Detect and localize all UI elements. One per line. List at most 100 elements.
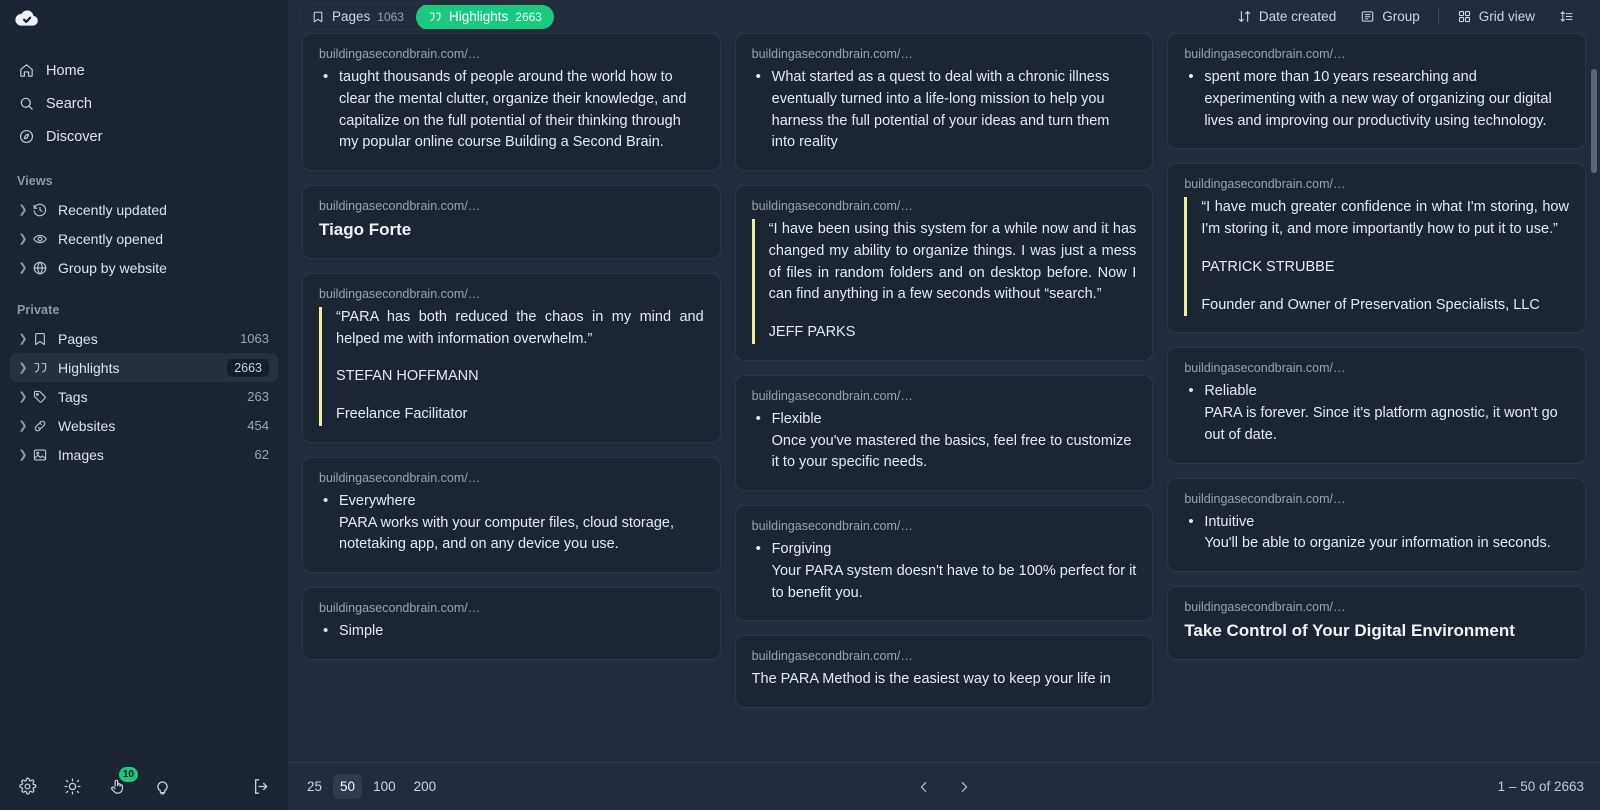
toolbar-actions: Date created Group Grid view: [1225, 4, 1586, 30]
chevron-right-icon[interactable]: ❯: [14, 448, 32, 461]
card-source-url: buildingasecondbrain.com/…: [751, 519, 913, 533]
sidebar-item-pages[interactable]: ❯ Pages 1063: [10, 324, 278, 353]
sidebar-item-label: Recently updated: [58, 201, 167, 218]
tab-highlights[interactable]: Highlights 2663: [415, 4, 554, 29]
sidebar-item-count: 454: [247, 418, 269, 433]
chevron-right-icon[interactable]: ❯: [14, 332, 32, 345]
sidebar-item-tags[interactable]: ❯ Tags 263: [10, 382, 278, 411]
chevron-right-icon[interactable]: ❯: [14, 203, 32, 216]
highlight-card[interactable]: buildingasecondbrain.com/… “I have been …: [734, 185, 1154, 361]
bookmark-icon: [311, 10, 325, 24]
sidebar-item-websites[interactable]: ❯ Websites 454: [10, 411, 278, 440]
highlight-card[interactable]: buildingasecondbrain.com/… Forgiving You…: [734, 505, 1154, 622]
view-mode-button[interactable]: Grid view: [1445, 4, 1547, 30]
lightbulb-icon: [153, 777, 172, 796]
chevron-right-icon[interactable]: ❯: [14, 390, 32, 403]
notifications-button[interactable]: 10: [104, 767, 138, 799]
main-panel: Pages 1063 Highlights 2663 Date created …: [288, 0, 1600, 810]
chevron-right-icon[interactable]: ❯: [14, 361, 32, 374]
quotes-icon: [32, 360, 49, 376]
card-content: Reliable PARA is forever. Since it's pla…: [1184, 380, 1569, 446]
sidebar-item-label: Search: [46, 95, 92, 112]
sidebar-item-label: Highlights: [58, 359, 120, 376]
sidebar-footer: 10: [0, 762, 288, 810]
chevron-right-icon[interactable]: ❯: [14, 419, 32, 432]
page-size-200[interactable]: 200: [407, 774, 444, 799]
group-label: Group: [1382, 9, 1420, 24]
sidebar-item-discover[interactable]: Discover: [10, 120, 278, 153]
highlight-card[interactable]: buildingasecondbrain.com/… What started …: [734, 33, 1154, 171]
card-quote: “I have been using this system for a whi…: [751, 219, 1136, 344]
highlight-card[interactable]: buildingasecondbrain.com/… Intuitive You…: [1167, 477, 1586, 572]
card-source-url: buildingasecondbrain.com/…: [319, 199, 481, 213]
highlight-card[interactable]: buildingasecondbrain.com/… taught thousa…: [302, 33, 721, 171]
highlight-card[interactable]: buildingasecondbrain.com/… Flexible Once…: [734, 374, 1154, 491]
group-button[interactable]: Group: [1348, 4, 1432, 30]
bullet-text: Flexible Once you've mastered the basics…: [756, 408, 1137, 474]
chevron-right-icon: [957, 780, 971, 794]
tab-pages[interactable]: Pages 1063: [299, 5, 416, 29]
sidebar-item-group-by-website[interactable]: ❯ Group by website: [10, 253, 278, 282]
highlight-card[interactable]: buildingasecondbrain.com/… “I have much …: [1167, 163, 1586, 334]
card-source-url: buildingasecondbrain.com/…: [319, 601, 481, 616]
sidebar-item-search[interactable]: Search: [10, 87, 278, 120]
highlight-card[interactable]: buildingasecondbrain.com/… “PARA has bot…: [302, 272, 721, 443]
highlight-card[interactable]: buildingasecondbrain.com/… Everywhere PA…: [302, 456, 721, 574]
logout-button[interactable]: [248, 773, 274, 799]
sidebar-item-images[interactable]: ❯ Images 62: [10, 440, 278, 469]
page-size-25[interactable]: 25: [300, 774, 329, 799]
sidebar-item-count: 1063: [240, 331, 269, 346]
result-range-label: 1 – 50 of 2663: [1497, 779, 1584, 794]
card-source-url: buildingasecondbrain.com/…: [1184, 177, 1346, 192]
toolbar-divider: [1437, 8, 1439, 25]
sidebar-item-label: Images: [58, 446, 104, 463]
card-content: Tiago Forte: [319, 219, 704, 242]
card-content: Everywhere PARA works with your computer…: [319, 490, 704, 556]
sun-icon: [63, 777, 82, 796]
chevron-right-icon[interactable]: ❯: [14, 232, 32, 245]
card-source-url: buildingasecondbrain.com/…: [751, 47, 913, 61]
vertical-scrollbar[interactable]: [1591, 69, 1597, 173]
sidebar-item-recently-opened[interactable]: ❯ Recently opened: [10, 224, 278, 253]
highlight-card[interactable]: buildingasecondbrain.com/… spent more th…: [1167, 33, 1586, 150]
prev-page-button[interactable]: [911, 774, 937, 800]
card-content: Flexible Once you've mastered the basics…: [752, 408, 1137, 474]
card-heading: Tiago Forte: [319, 220, 412, 239]
highlight-card[interactable]: buildingasecondbrain.com/… Take Control …: [1167, 586, 1586, 660]
sidebar-item-home[interactable]: Home: [10, 54, 278, 87]
sidebar-item-recently-updated[interactable]: ❯ Recently updated: [10, 195, 278, 224]
globe-icon: [32, 260, 49, 276]
bullet-title: Flexible: [771, 410, 822, 427]
tips-button[interactable]: [149, 773, 175, 799]
density-button[interactable]: [1547, 4, 1586, 30]
highlight-card[interactable]: buildingasecondbrain.com/… The PARA Meth…: [734, 635, 1154, 708]
next-page-button[interactable]: [951, 774, 977, 800]
card-content: Simple: [319, 620, 704, 643]
bullet-text: Everywhere PARA works with your computer…: [323, 490, 704, 556]
cloud-check-icon[interactable]: [14, 5, 40, 31]
page-size-100[interactable]: 100: [366, 774, 403, 799]
sidebar-item-label: Pages: [58, 330, 98, 347]
quote-attribution-role: Founder and Owner of Preservation Specia…: [1201, 296, 1540, 313]
sidebar-item-count: 62: [254, 447, 269, 462]
bullet-text: Simple: [323, 620, 704, 643]
card-content: Forgiving Your PARA system doesn't have …: [752, 538, 1137, 604]
sort-button[interactable]: Date created: [1225, 4, 1348, 30]
chevron-right-icon[interactable]: ❯: [14, 261, 32, 274]
highlight-card[interactable]: buildingasecondbrain.com/… Reliable PARA…: [1167, 347, 1586, 464]
settings-button[interactable]: [14, 773, 40, 799]
cards-scroll-area[interactable]: buildingasecondbrain.com/… taught thousa…: [288, 33, 1600, 762]
quote-attribution: JEFF PARKS: [768, 324, 856, 340]
page-size-50[interactable]: 50: [333, 774, 363, 799]
pagination-controls: [911, 774, 977, 800]
highlight-card[interactable]: buildingasecondbrain.com/… Simple: [302, 587, 721, 660]
bullet-title: Simple: [339, 623, 384, 640]
top-toolbar: Pages 1063 Highlights 2663 Date created …: [288, 0, 1600, 33]
sidebar-item-highlights[interactable]: ❯ Highlights 2663: [10, 353, 278, 382]
search-icon: [18, 95, 35, 112]
bullet-title: Everywhere: [339, 492, 416, 509]
bullet-text: Reliable PARA is forever. Since it's pla…: [1188, 380, 1569, 446]
highlight-card[interactable]: buildingasecondbrain.com/… Tiago Forte: [302, 185, 721, 259]
tab-count: 1063: [377, 9, 404, 24]
theme-button[interactable]: [59, 773, 85, 799]
